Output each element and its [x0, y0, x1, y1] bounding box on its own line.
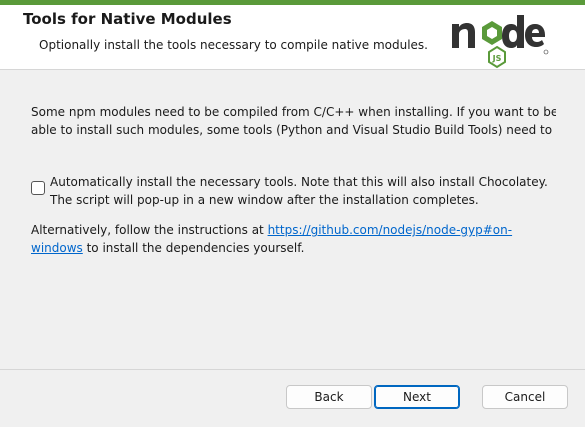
- auto-install-tools-label[interactable]: Automatically install the necessary tool…: [50, 173, 555, 209]
- alternative-text-after: to install the dependencies yourself.: [82, 241, 305, 255]
- svg-text:JS: JS: [492, 54, 502, 63]
- back-button[interactable]: Back: [286, 385, 372, 409]
- cancel-button[interactable]: Cancel: [482, 385, 568, 409]
- native-modules-description: Some npm modules need to be compiled fro…: [31, 103, 556, 139]
- footer-divider: [0, 369, 585, 370]
- description-line-1: Some npm modules need to be compiled fro…: [31, 105, 556, 119]
- alternative-instructions: Alternatively, follow the instructions a…: [31, 221, 556, 257]
- auto-install-tools-checkbox[interactable]: [31, 181, 45, 195]
- alternative-text-before: Alternatively, follow the instructions a…: [31, 223, 268, 237]
- installer-window: Tools for Native Modules Optionally inst…: [0, 0, 585, 427]
- page-subtitle: Optionally install the tools necessary t…: [39, 38, 428, 52]
- page-title: Tools for Native Modules: [23, 10, 232, 28]
- description-line-2: able to install such modules, some tools…: [31, 123, 556, 137]
- header-banner: Tools for Native Modules Optionally inst…: [0, 5, 585, 70]
- next-button[interactable]: Next: [374, 385, 460, 409]
- nodejs-logo-icon: JS: [452, 15, 549, 69]
